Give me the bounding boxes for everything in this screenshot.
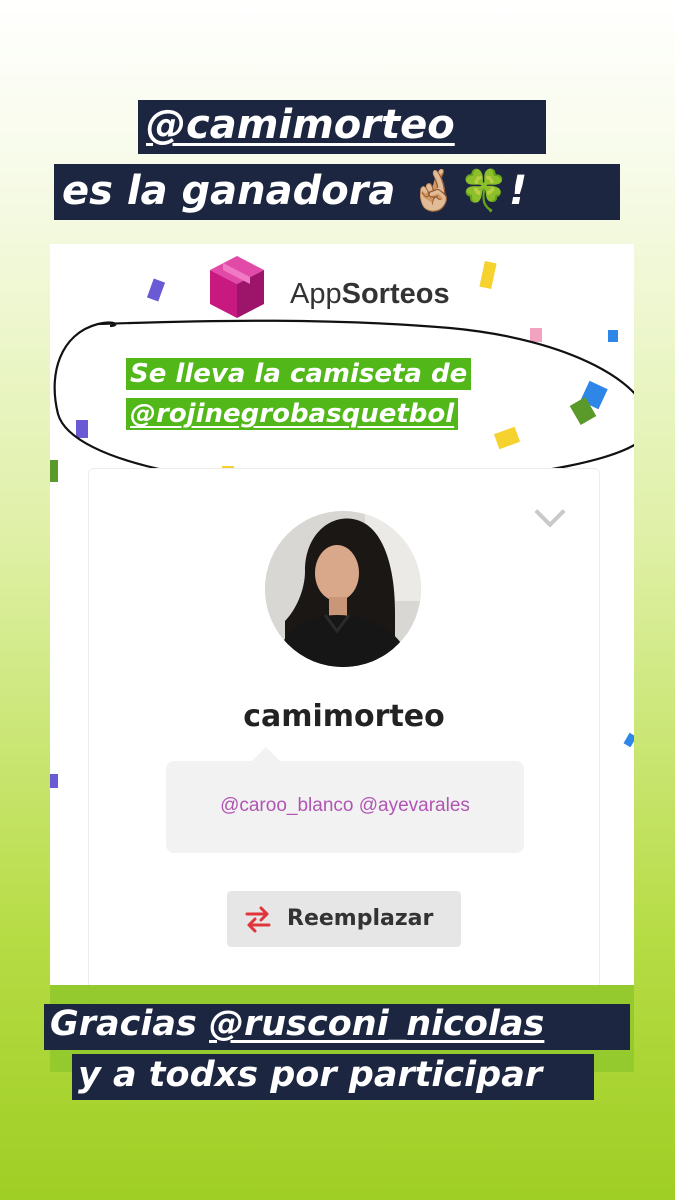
chevron-down-icon[interactable] xyxy=(534,496,566,528)
winner-card: camimorteo @caroo_blanco @ayevarales Ree… xyxy=(88,468,600,1030)
winner-line-sticker: es la ganadora 🤞🏼🍀! xyxy=(54,164,620,220)
participants-sticker: y a todxs por participar xyxy=(72,1054,594,1100)
exclamation: ! xyxy=(508,168,528,214)
replace-button-label: Reemplazar xyxy=(287,906,434,931)
appsorteos-brand: AppSorteos xyxy=(202,254,502,322)
winner-line-text: es la ganadora xyxy=(62,168,396,214)
mentioned-users[interactable]: @caroo_blanco @ayevarales xyxy=(166,795,524,817)
thanks-mention: @rusconi_nicolas xyxy=(209,1004,545,1044)
profile-photo xyxy=(265,511,421,667)
thanks-sticker: Gracias @rusconi_nicolas xyxy=(44,1004,630,1050)
brand-name: AppSorteos xyxy=(290,278,450,311)
replace-button[interactable]: Reemplazar xyxy=(227,891,461,947)
winner-mention-sticker: @camimorteo xyxy=(138,100,546,154)
hand-drawn-circle xyxy=(53,319,634,488)
thanks-prefix: Gracias xyxy=(50,1004,197,1044)
avatar xyxy=(265,511,421,667)
swap-arrows-icon xyxy=(245,906,271,933)
fingers-clover-emoji: 🤞🏼🍀 xyxy=(409,168,509,214)
mentioned-users-box: @caroo_blanco @ayevarales xyxy=(166,761,524,853)
winner-username: camimorteo xyxy=(243,699,445,734)
brand-prefix: App xyxy=(290,278,342,310)
brand-suffix: Sorteos xyxy=(341,278,450,310)
gift-box-icon xyxy=(210,256,264,318)
winner-mention: @camimorteo xyxy=(146,102,455,148)
participants-text: y a todxs por participar xyxy=(78,1055,543,1095)
giveaway-screenshot: AppSorteos Se lleva la camiseta de @roji… xyxy=(50,244,634,1072)
